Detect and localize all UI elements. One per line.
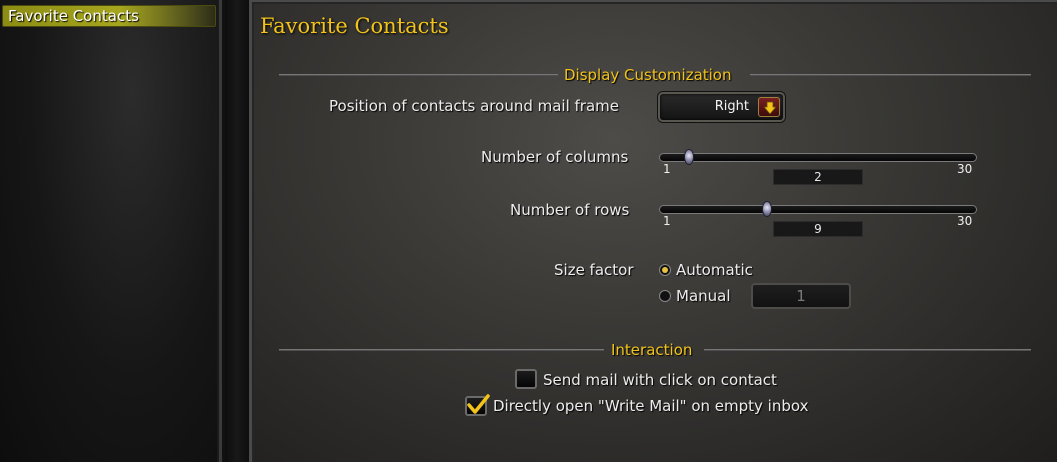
radio-manual[interactable] [659, 290, 671, 302]
panel-divider [225, 0, 249, 462]
send-mail-checkbox[interactable] [515, 369, 537, 389]
radio-manual-label[interactable]: Manual [676, 287, 731, 305]
size-factor-label: Size factor [554, 261, 634, 279]
dropdown-toggle-button[interactable] [758, 97, 780, 117]
checkmark-icon [467, 394, 490, 414]
columns-slider[interactable] [659, 153, 977, 162]
section-divider-left [279, 349, 604, 351]
section-divider-left [279, 74, 558, 76]
page-title: Favorite Contacts [260, 14, 449, 38]
columns-slider-min: 1 [663, 162, 671, 176]
rows-slider-thumb[interactable] [762, 201, 772, 217]
section-title-interaction: Interaction [611, 341, 693, 359]
send-mail-label[interactable]: Send mail with click on contact [543, 371, 777, 389]
rows-slider[interactable] [659, 205, 977, 214]
columns-value: 2 [773, 169, 863, 185]
category-item-favorite-contacts[interactable]: Favorite Contacts [2, 5, 216, 27]
section-title-display: Display Customization [564, 66, 732, 84]
section-divider-right [750, 74, 1031, 76]
position-label: Position of contacts around mail frame [329, 97, 620, 115]
position-dropdown-value: Right [714, 99, 749, 114]
rows-slider-min: 1 [663, 214, 671, 228]
category-list-panel: Favorite Contacts [0, 0, 222, 462]
rows-slider-max: 30 [957, 214, 973, 228]
rows-label: Number of rows [510, 201, 630, 219]
manual-size-input[interactable]: 1 [751, 283, 851, 309]
open-write-mail-checkbox[interactable] [465, 394, 490, 416]
open-write-mail-label[interactable]: Directly open "Write Mail" on empty inbo… [493, 397, 808, 415]
columns-label: Number of columns [481, 148, 629, 166]
columns-slider-thumb[interactable] [684, 149, 694, 165]
radio-automatic-label[interactable]: Automatic [676, 261, 753, 279]
radio-automatic[interactable] [659, 264, 671, 276]
columns-slider-max: 30 [957, 162, 973, 176]
rows-value: 9 [773, 221, 863, 237]
section-divider-right [704, 349, 1031, 351]
arrow-down-icon [763, 101, 777, 115]
position-dropdown[interactable]: Right [658, 92, 785, 122]
